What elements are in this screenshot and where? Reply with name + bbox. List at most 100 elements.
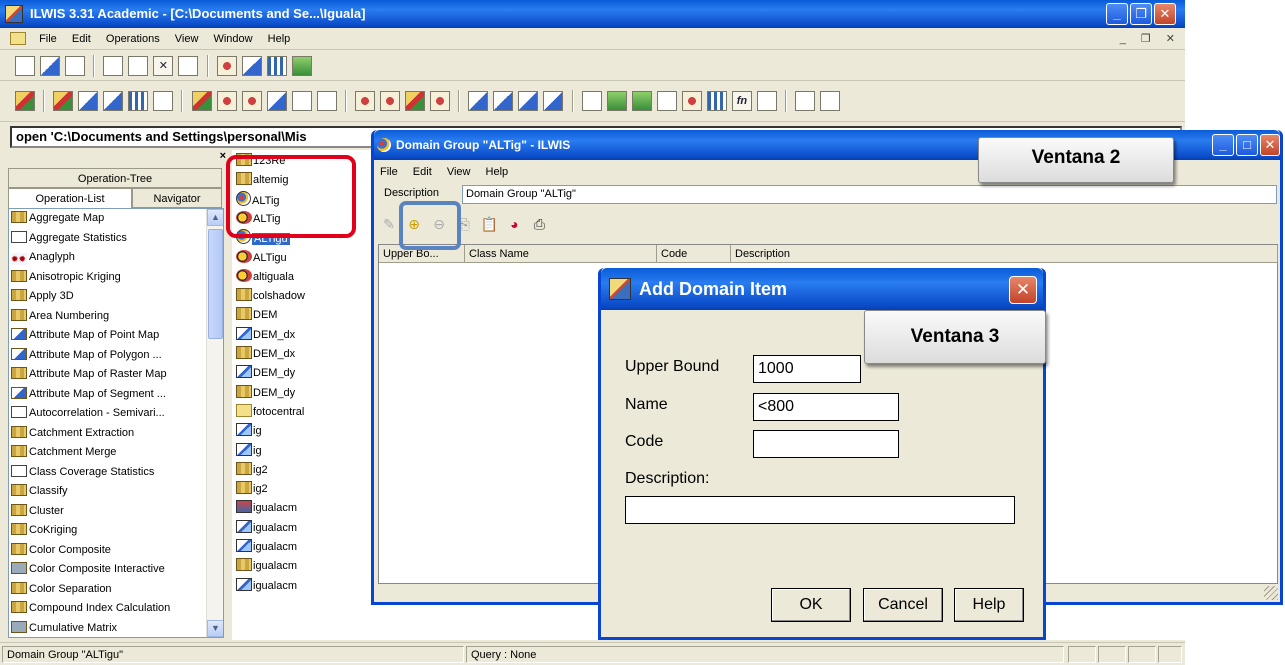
operation-list-item[interactable]: Color Composite <box>9 541 223 561</box>
new-representation-icon[interactable] <box>405 91 426 111</box>
scroll-thumb[interactable] <box>208 229 223 339</box>
help-button[interactable]: Help <box>954 588 1024 622</box>
list-view-icon[interactable] <box>241 56 262 76</box>
pyramid-icon[interactable] <box>40 56 61 76</box>
w2-menu-help[interactable]: Help <box>486 166 509 178</box>
main-titlebar[interactable]: ILWIS 3.31 Academic - [C:\Documents and … <box>0 0 1185 28</box>
operation-list-item[interactable]: Color Composite Interactive <box>9 560 223 580</box>
menu-window[interactable]: Window <box>207 28 258 50</box>
sample-set-icon[interactable] <box>493 91 514 111</box>
scroll-up-icon[interactable]: ▲ <box>207 209 223 226</box>
folder-icon[interactable] <box>795 91 816 111</box>
operation-list-item[interactable]: Aggregate Map <box>9 209 223 229</box>
new-domain-group-icon[interactable] <box>380 91 400 111</box>
catalog-item[interactable]: DEM <box>236 306 277 324</box>
edit-item-icon[interactable]: ✎ <box>379 214 399 234</box>
map-view-icon[interactable] <box>291 56 312 76</box>
annotation-icon[interactable] <box>706 91 727 111</box>
operation-list-item[interactable]: Catchment Extraction <box>9 424 223 444</box>
operation-list-item[interactable]: Attribute Map of Point Map <box>9 326 223 346</box>
maximize-button[interactable]: ❐ <box>1130 3 1152 25</box>
cancel-button[interactable]: Cancel <box>863 588 943 622</box>
add-domain-item-titlebar[interactable]: Add Domain Item <box>601 268 1043 310</box>
tab-operation-tree[interactable]: Operation-Tree <box>8 168 222 188</box>
w2-menu-file[interactable]: File <box>380 166 398 178</box>
new-domain-icon[interactable] <box>354 91 375 111</box>
operation-list-item[interactable]: Classify <box>9 482 223 502</box>
catalog-item[interactable]: altiguala <box>236 268 294 286</box>
catalog-item[interactable]: fotocentral <box>236 403 304 421</box>
coordinate-system-icon[interactable] <box>291 91 312 111</box>
segment-map-icon[interactable] <box>103 91 124 111</box>
catalog-item[interactable]: ig2 <box>236 461 268 479</box>
w2-description-field[interactable]: Domain Group "ALTig" <box>462 185 1277 204</box>
raster-map-icon[interactable] <box>53 91 74 111</box>
open-folder-icon[interactable] <box>15 56 35 76</box>
stereo-icon[interactable] <box>468 91 489 111</box>
catalog-item[interactable]: ig <box>236 422 262 440</box>
tree-icon[interactable] <box>631 91 652 111</box>
dialog-close-button[interactable]: ✕ <box>1009 276 1037 304</box>
catalog-item[interactable]: DEM_dx <box>236 326 295 344</box>
mdi-window-controls[interactable]: _ ❐ ✕ <box>1120 32 1181 45</box>
catalog-item[interactable]: DEM_dy <box>236 364 295 382</box>
scroll-down-icon[interactable]: ▼ <box>207 620 223 637</box>
catalog-item[interactable]: igualacm <box>236 557 297 575</box>
catalog-item[interactable]: igualacm <box>236 538 297 556</box>
operation-list-item[interactable]: Autocorrelation - Semivari... <box>9 404 223 424</box>
object-properties-icon[interactable] <box>178 56 199 76</box>
table-icon[interactable] <box>153 91 174 111</box>
col-description[interactable]: Description <box>731 245 1278 263</box>
catalog-item[interactable]: ALTigu <box>236 249 287 267</box>
catalog-item[interactable]: ig2 <box>236 480 268 498</box>
ilwis-operations-icon[interactable] <box>15 91 35 111</box>
ok-button[interactable]: OK <box>771 588 851 622</box>
operation-list-scrollbar[interactable]: ▲ ▼ <box>206 209 223 637</box>
menu-help[interactable]: Help <box>262 28 297 50</box>
resize-grip[interactable] <box>1264 586 1278 600</box>
menu-edit[interactable]: Edit <box>66 28 97 50</box>
fn-icon[interactable]: fn <box>731 91 752 111</box>
operation-list-item[interactable]: Class Coverage Statistics <box>9 463 223 483</box>
paste-icon[interactable]: 📋 <box>479 214 499 234</box>
menu-file[interactable]: File <box>33 28 63 50</box>
close-button[interactable]: ✕ <box>1154 3 1176 25</box>
operation-list-item[interactable]: Color Separation <box>9 580 223 600</box>
function-icon[interactable] <box>606 91 627 111</box>
operation-list-item[interactable]: Catchment Merge <box>9 443 223 463</box>
name-field[interactable]: <800 <box>753 393 899 421</box>
operation-list-item[interactable]: Apply 3D <box>9 287 223 307</box>
properties-icon[interactable] <box>65 56 86 76</box>
catalog-item[interactable]: ig <box>236 442 262 460</box>
new-document-icon[interactable] <box>656 91 677 111</box>
operation-list-item[interactable]: Attribute Map of Segment ... <box>9 385 223 405</box>
matrix-icon[interactable] <box>543 91 564 111</box>
new-georef-icon[interactable] <box>430 91 451 111</box>
operation-list-item[interactable]: Area Numbering <box>9 307 223 327</box>
upper-bound-field[interactable]: 1000 <box>753 355 861 383</box>
representation-icon[interactable] <box>241 91 262 111</box>
point-map-icon[interactable] <box>128 91 149 111</box>
delete-icon[interactable]: ✕ <box>153 56 174 76</box>
operation-list-item[interactable]: Cluster <box>9 502 223 522</box>
script-icon[interactable] <box>681 91 702 111</box>
filter-icon[interactable] <box>581 91 602 111</box>
operation-list-item[interactable]: Compound Index Calculation <box>9 599 223 619</box>
form-icon[interactable] <box>820 91 841 111</box>
catalog-item[interactable]: DEM_dy <box>236 384 295 402</box>
operation-list-item[interactable]: Attribute Map of Polygon ... <box>9 346 223 366</box>
menu-operations[interactable]: Operations <box>100 28 166 50</box>
domain-icon[interactable] <box>216 91 237 111</box>
operation-list-item[interactable]: Cumulative Matrix <box>9 619 223 638</box>
w2-close-button[interactable]: ✕ <box>1260 134 1280 156</box>
catalog-item[interactable]: colshadow <box>236 287 305 305</box>
catalog-item[interactable]: igualacm <box>236 499 297 517</box>
tab-navigator[interactable]: Navigator <box>132 188 222 208</box>
graph-icon[interactable] <box>216 56 237 76</box>
paste-icon[interactable] <box>128 56 149 76</box>
pane-close-button[interactable]: × <box>220 150 226 162</box>
description-field[interactable] <box>625 496 1015 524</box>
w2-menu-view[interactable]: View <box>447 166 471 178</box>
operation-list-item[interactable]: Anisotropic Kriging <box>9 268 223 288</box>
tab-operation-list[interactable]: Operation-List <box>8 188 132 208</box>
